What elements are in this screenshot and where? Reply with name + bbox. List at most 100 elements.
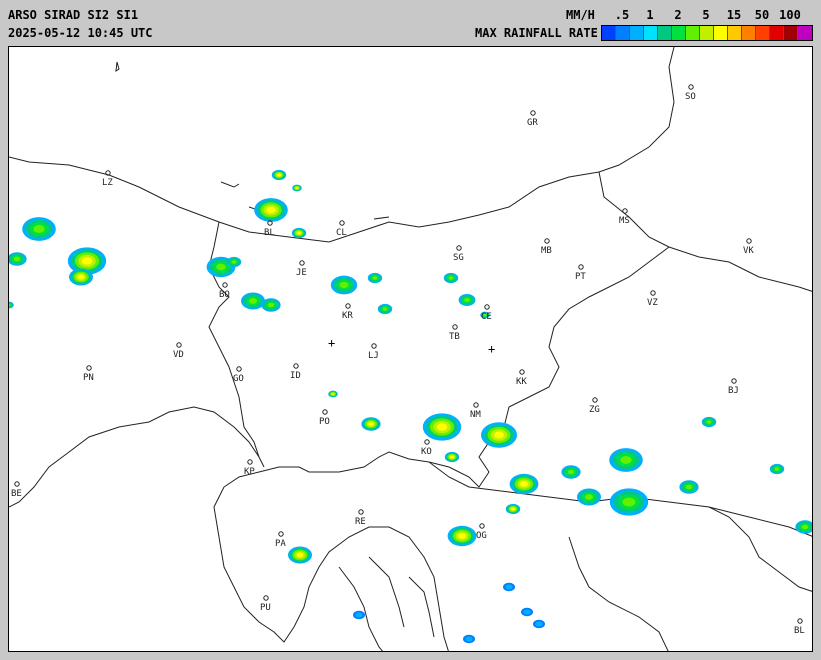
town-label: VZ bbox=[647, 298, 658, 308]
town-dot-icon bbox=[544, 238, 550, 244]
town-marker: PU bbox=[260, 595, 271, 613]
rain-echo bbox=[297, 231, 301, 235]
town-label: MS bbox=[619, 216, 630, 226]
town-dot-icon bbox=[86, 365, 92, 371]
crosshair-icon: + bbox=[488, 342, 495, 356]
rain-echo bbox=[231, 260, 237, 264]
timestamp: 2025-05-12 10:45 UTC bbox=[8, 26, 153, 40]
rain-echo bbox=[450, 455, 454, 459]
town-marker: CL bbox=[336, 220, 347, 238]
town-dot-icon bbox=[688, 84, 694, 90]
town-marker: JE bbox=[296, 260, 307, 278]
town-label: BL bbox=[264, 228, 275, 238]
town-dot-icon bbox=[473, 402, 479, 408]
legend-tick-label: 50 bbox=[754, 8, 770, 22]
border-slovenia-hungary bbox=[598, 171, 812, 292]
town-dot-icon bbox=[484, 304, 490, 310]
unit-label: MM/H bbox=[566, 8, 595, 22]
town-dot-icon bbox=[731, 378, 737, 384]
legend-tick-label: 1 bbox=[646, 8, 654, 22]
town-label: ZG bbox=[589, 405, 600, 415]
country-borders bbox=[9, 47, 812, 651]
town-label: GO bbox=[233, 374, 244, 384]
town-marker: TB bbox=[449, 324, 460, 342]
town-label: GR bbox=[527, 118, 538, 128]
town-label: LZ bbox=[102, 178, 113, 188]
coast-istria bbox=[213, 486, 449, 651]
town-dot-icon bbox=[622, 208, 628, 214]
town-marker: NM bbox=[470, 402, 481, 420]
rain-echo bbox=[267, 302, 275, 308]
town-marker: PN bbox=[83, 365, 94, 383]
town-marker: BO bbox=[219, 282, 230, 300]
radar-markers: + + bbox=[328, 336, 495, 356]
rain-echo bbox=[706, 420, 712, 424]
town-dot-icon bbox=[358, 509, 364, 515]
legend-swatch bbox=[686, 26, 700, 40]
town-dot-icon bbox=[424, 439, 430, 445]
town-dot-icon bbox=[797, 618, 803, 624]
legend-swatch bbox=[630, 26, 644, 40]
rain-echo bbox=[81, 257, 93, 265]
legend-swatch bbox=[700, 26, 714, 40]
rain-echo bbox=[520, 481, 528, 487]
town-marker: VK bbox=[743, 238, 754, 256]
town-marker: RE bbox=[355, 509, 366, 527]
rain-echo bbox=[464, 298, 470, 302]
rain-cell bbox=[422, 413, 539, 515]
town-label: BE bbox=[11, 489, 22, 499]
legend-swatch bbox=[728, 26, 742, 40]
town-label: KP bbox=[244, 467, 255, 477]
town-dot-icon bbox=[14, 481, 20, 487]
town-dot-icon bbox=[293, 363, 299, 369]
town-marker: OG bbox=[476, 523, 487, 541]
town-marker: PA bbox=[275, 531, 286, 549]
rain-echo bbox=[77, 274, 85, 280]
rain-echo bbox=[523, 609, 531, 615]
town-dot-icon bbox=[299, 260, 305, 266]
town-marker: PO bbox=[319, 409, 330, 427]
rain-echo bbox=[266, 206, 276, 214]
town-marker: KO bbox=[421, 439, 432, 457]
town-label: BO bbox=[219, 290, 230, 300]
town-label: PA bbox=[275, 539, 286, 549]
map-canvas: SO GR LZ BL CL MS MB SG JE PT VK BO KR CE VZ TB VD LJ PN ID… bbox=[9, 47, 812, 651]
rain-layer bbox=[9, 169, 812, 644]
legend-tick-label: .5 bbox=[614, 8, 630, 22]
legend-tick-label: 100 bbox=[779, 8, 801, 22]
rain-echo bbox=[355, 612, 363, 618]
town-label: SG bbox=[453, 253, 464, 263]
town-label: PN bbox=[83, 373, 94, 383]
town-label: PO bbox=[319, 417, 330, 427]
rain-cell bbox=[330, 272, 393, 315]
town-marker: VD bbox=[173, 342, 184, 360]
rain-cell bbox=[353, 582, 545, 644]
rain-echo bbox=[296, 552, 304, 558]
legend-swatch bbox=[672, 26, 686, 40]
town-dot-icon bbox=[479, 523, 485, 529]
rain-echo bbox=[505, 584, 513, 590]
rain-cell bbox=[9, 217, 56, 309]
legend-swatch bbox=[770, 26, 784, 40]
town-dot-icon bbox=[650, 290, 656, 296]
town-dot-icon bbox=[222, 282, 228, 288]
lake-outline bbox=[115, 61, 120, 73]
town-label: CE bbox=[481, 312, 492, 322]
town-marker: MB bbox=[541, 238, 552, 256]
rain-echo bbox=[535, 621, 543, 627]
rainfall-color-scale bbox=[601, 25, 813, 41]
border-austria-slovenia bbox=[9, 47, 675, 243]
rain-echo bbox=[448, 276, 454, 280]
legend-swatch bbox=[658, 26, 672, 40]
town-label: BJ bbox=[728, 386, 739, 396]
rain-echo bbox=[494, 431, 504, 439]
rain-echo bbox=[372, 276, 378, 280]
rain-echo bbox=[567, 469, 575, 475]
rain-cell bbox=[288, 546, 312, 564]
town-marker: SG bbox=[453, 245, 464, 263]
rain-echo bbox=[801, 524, 809, 530]
town-label: KR bbox=[342, 311, 353, 321]
town-marker: LJ bbox=[368, 343, 379, 361]
town-dot-icon bbox=[592, 397, 598, 403]
town-label: OG bbox=[476, 531, 487, 541]
